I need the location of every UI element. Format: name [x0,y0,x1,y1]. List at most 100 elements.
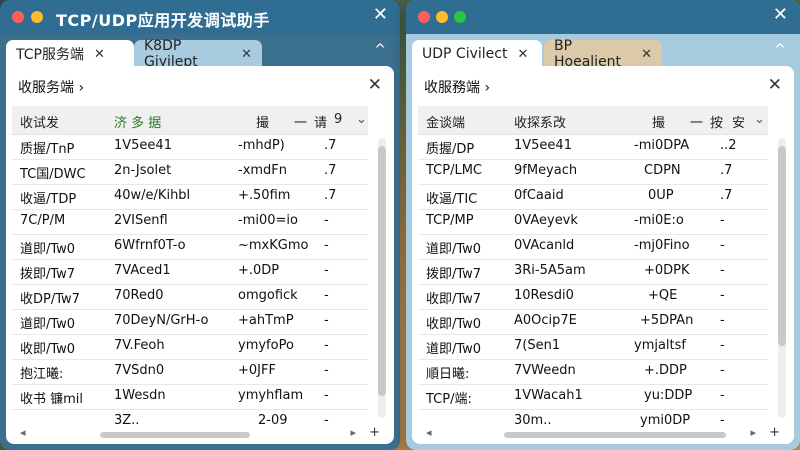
horizontal-scrollbar[interactable]: ◂ ▸ [426,426,756,439]
cell: 1V5ee41 [114,138,172,153]
close-traffic-light[interactable] [12,11,24,23]
title-bar[interactable]: ✕ [406,0,800,34]
table-row[interactable]: 道即/Tw0 6Wfrnf0T-o ~mxKGmo - [12,234,368,260]
column-header[interactable]: 济 多 据 [114,112,161,131]
cell: .7 [324,163,337,178]
table-row[interactable]: 质握/DP 1V5ee41 -mi0DPA ..2 [418,134,768,160]
vertical-scrollbar[interactable] [778,138,786,418]
table-row[interactable]: 道即/Tw0 7(Sen1 ymjaltsf - [418,334,768,360]
cell: ..2 [720,138,737,153]
cell: +0JFF [238,363,276,378]
table-row[interactable]: TC国/DWC 2n-Jsolet -xmdFn .7 [12,159,368,185]
sort-chevron-icon[interactable]: ⌄ [356,112,367,127]
window-close-icon[interactable]: ✕ [773,5,788,25]
table-row[interactable]: 順日曦: 7VWeedn +.DDP - [418,359,768,385]
scroll-thumb[interactable] [100,432,250,438]
cell: - [720,413,725,428]
sort-chevron-icon[interactable]: ⌄ [754,112,765,127]
scroll-thumb[interactable] [378,146,386,396]
table-row[interactable]: 收逼/TDP 40w/e/Kihbl +.50fim .7 [12,184,368,210]
column-header[interactable]: 请 [314,112,327,131]
cell: +ahTmP [238,313,294,328]
add-icon[interactable]: + [369,425,380,440]
column-header[interactable]: 金谈端 [426,112,465,131]
title-bar[interactable]: TCP/UDP应用开发调试助手 ✕ [0,0,400,34]
cell: 30m.. [514,413,552,428]
collapse-icon[interactable]: ^ [374,42,386,58]
column-header[interactable]: 收探系改 [514,112,566,131]
table-row[interactable]: 收即/Tw0 7V.Feoh ymyfoPo - [12,334,368,360]
table-row[interactable]: TCP/端: 1VWacah1 yu:DDP - [418,384,768,410]
table-row[interactable]: TCP/MP 0VAeyevk -mi0E:o - [418,209,768,235]
table-row[interactable]: TCP/LMC 9fMeyach CDPN .7 [418,159,768,185]
table-row[interactable]: 道即/Tw0 70DeyN/GrH-o +ahTmP - [12,309,368,335]
cell: 7(Sen1 [514,338,561,353]
column-header[interactable]: 撮 [652,112,665,131]
cell: - [324,388,329,403]
breadcrumb[interactable]: 收服务端 › [18,77,84,97]
tab-close-icon[interactable]: ✕ [241,47,252,62]
table-row[interactable]: 收即/Tw0 A0Ocip7E +5DPAn - [418,309,768,335]
tab-tcp-client[interactable]: BP Hoealient ✕ [544,38,662,70]
cell: - [324,313,329,328]
scroll-right-icon[interactable]: ▸ [750,426,756,439]
tab-bar: UDP Civilect ✕ BP Hoealient ✕ ^ [412,36,794,70]
add-icon[interactable]: + [769,425,780,440]
table-row[interactable]: 7C/P/M 2VISenfl -mi00=io - [12,209,368,235]
cell: ymi0DP [640,413,691,428]
content-panel: 收服務端 › ✕ 金谈端 收探系改 撮 一 按 安 ⌄ 质握/DP 1V5ee41… [412,66,794,444]
column-header[interactable]: 按 [710,112,723,131]
table-row[interactable]: 质握/TnP 1V5ee41 -mhdP) .7 [12,134,368,160]
cell: 順日曦: [426,367,470,382]
horizontal-scrollbar[interactable]: ◂ ▸ [20,426,356,439]
tab-close-icon[interactable]: ✕ [517,47,528,62]
column-header[interactable]: 一 [294,112,307,131]
tab-udp-client[interactable]: UDP Civilect ✕ [412,40,542,68]
table-row[interactable]: 收逼/TIC 0fCaaid 0UP .7 [418,184,768,210]
cell: 7VSdn0 [114,363,165,378]
breadcrumb[interactable]: 收服務端 › [424,77,490,97]
column-header[interactable]: 撮 [256,112,269,131]
scroll-thumb[interactable] [778,146,786,346]
cell: - [720,338,725,353]
column-header[interactable]: 9 [334,112,342,127]
window-close-icon[interactable]: ✕ [373,5,388,25]
cell: +5DPAn [640,313,694,328]
column-header[interactable]: 一 [690,112,703,131]
column-header[interactable]: 安 [732,112,745,131]
scroll-right-icon[interactable]: ▸ [350,426,356,439]
cell: 7VWeedn [514,363,576,378]
table-row[interactable]: 抱江曦: 7VSdn0 +0JFF - [12,359,368,385]
tab-close-icon[interactable]: ✕ [94,47,105,62]
cell: 收逼/TIC [426,192,478,207]
column-header[interactable]: 收试发 [20,112,59,131]
table-row[interactable]: 拨即/Tw7 3Ri-5A5am +0DPK - [418,259,768,285]
table-row[interactable]: 收即/Tw7 10Resdi0 +QE - [418,284,768,310]
panel-close-icon[interactable]: ✕ [368,75,382,95]
table-row[interactable]: 道即/Tw0 0VAcanld -mj0Fino - [418,234,768,260]
tab-bar: TCP服务端 ✕ K8DP Giyilept ✕ ^ [6,36,394,70]
cell: yu:DDP [644,388,693,403]
cell: 收即/Tw0 [20,342,76,357]
tab-label: TCP服务端 [16,47,84,63]
scroll-left-icon[interactable]: ◂ [426,426,432,439]
cell: - [324,413,329,428]
cell: 0VAcanld [514,238,575,253]
scroll-thumb[interactable] [504,432,726,438]
table-row[interactable]: 收DP/Tw7 70Red0 omgofick - [12,284,368,310]
vertical-scrollbar[interactable] [378,138,386,418]
tab-tcp-server[interactable]: TCP服务端 ✕ [6,40,134,68]
close-traffic-light[interactable] [418,11,430,23]
table-row[interactable]: 拨即/Tw7 7VAced1 +.0DP - [12,259,368,285]
panel-close-icon[interactable]: ✕ [768,75,782,95]
tab-udp-client[interactable]: K8DP Giyilept ✕ [134,38,262,70]
collapse-icon[interactable]: ^ [774,42,786,58]
scroll-left-icon[interactable]: ◂ [20,426,26,439]
cell: 道即/Tw0 [20,242,76,257]
minimize-traffic-light[interactable] [436,11,448,23]
tab-close-icon[interactable]: ✕ [641,47,652,62]
minimize-traffic-light[interactable] [31,11,43,23]
zoom-traffic-light[interactable] [454,11,466,23]
table-row[interactable]: 收书 镰mil 1Wesdn ymyhflam - [12,384,368,410]
cell: - [720,213,725,228]
